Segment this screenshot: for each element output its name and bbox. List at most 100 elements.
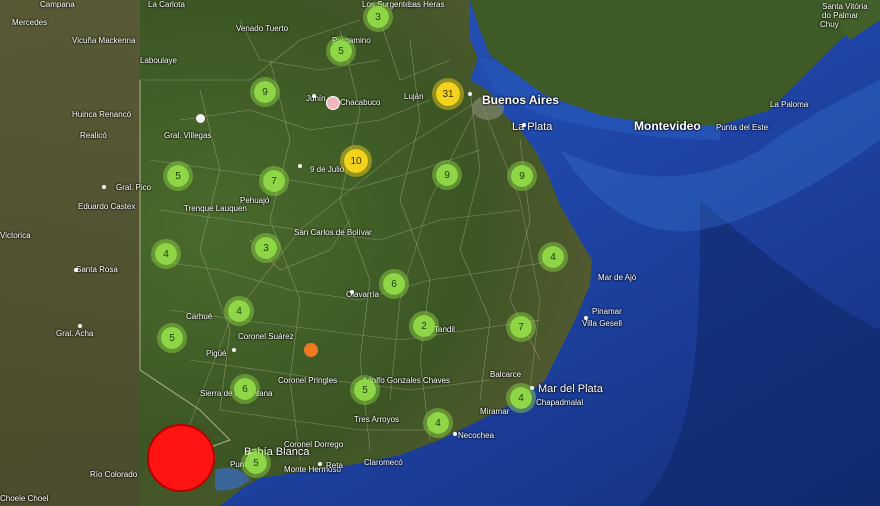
- city-dot: [522, 123, 526, 127]
- cluster-count: 6: [242, 383, 248, 395]
- marker-cluster[interactable]: 4: [506, 383, 536, 413]
- place-label-coronel-pringles: Coronel Pringles: [278, 376, 338, 385]
- place-label-coronel-suarez: Coronel Suárez: [238, 332, 294, 341]
- place-label-pehuajo: Pehuajó: [240, 196, 270, 205]
- place-label-gral-pico: Gral. Pico: [116, 183, 152, 192]
- marker-cluster[interactable]: 3: [251, 233, 281, 263]
- place-label-villa-gesell: Villa Gesell: [582, 319, 622, 328]
- place-label-mar-del-plata: Mar del Plata: [538, 383, 603, 395]
- cluster-count: 5: [338, 45, 344, 57]
- place-label-chuy: Chuy: [820, 20, 839, 29]
- place-label-9-de-julio: 9 de Julio: [310, 165, 345, 174]
- cluster-count: 10: [350, 155, 362, 167]
- place-label-necochea: Necochea: [458, 431, 495, 440]
- marker-cluster[interactable]: 5: [163, 161, 193, 191]
- place-label-chapadmalal: Chapadmalal: [536, 398, 584, 407]
- place-label-gral-acha: Gral. Acha: [56, 329, 94, 338]
- marker-cluster[interactable]: 5: [350, 375, 380, 405]
- cluster-count: 3: [263, 242, 269, 254]
- marker-cluster[interactable]: 9: [250, 77, 280, 107]
- place-label-san-carlos: San Carlos de Bolívar: [294, 228, 372, 237]
- land-west: [0, 0, 140, 506]
- place-label-realico: Realicó: [80, 131, 107, 140]
- cluster-count: 7: [271, 175, 277, 187]
- cluster-count: 9: [262, 86, 268, 98]
- marker-cluster[interactable]: 7: [259, 166, 289, 196]
- place-label-carhue: Carhué: [186, 312, 213, 321]
- place-label-rio-colorado: Río Colorado: [90, 470, 138, 479]
- place-label-reta: Reta: [326, 461, 343, 470]
- place-label-coronel-dorrego: Coronel Dorrego: [284, 440, 344, 449]
- place-label-vicuna-mackenna: Vicuña Mackenna: [72, 36, 136, 45]
- cluster-count: 4: [435, 417, 441, 429]
- city-dot: [468, 92, 472, 96]
- place-label-santa-rosa: Santa Rosa: [76, 265, 118, 274]
- cluster-count: 4: [236, 305, 242, 317]
- place-label-eduardo-castex: Eduardo Castex: [78, 202, 136, 211]
- marker-cluster[interactable]: 4: [151, 239, 181, 269]
- marker-cluster[interactable]: 6: [379, 269, 409, 299]
- marker-cluster[interactable]: 31: [432, 78, 464, 110]
- city-dot: [232, 348, 236, 352]
- marker-cluster[interactable]: 2: [409, 311, 439, 341]
- cluster-count: 7: [518, 321, 524, 333]
- place-label-choele-choel: Choele Choel: [0, 494, 49, 503]
- marker-cluster[interactable]: 4: [423, 408, 453, 438]
- place-label-la-plata: La Plata: [512, 121, 553, 133]
- cluster-count: 4: [518, 392, 524, 404]
- city-dot: [350, 290, 354, 294]
- cluster-count: 5: [362, 384, 368, 396]
- marker-cluster[interactable]: 5: [241, 448, 271, 478]
- place-label-trenque-lauquen: Trenque Lauquen: [184, 204, 247, 213]
- marker-cluster[interactable]: 3: [363, 2, 393, 32]
- place-label-huinca-renanco: Huinca Renancó: [72, 110, 132, 119]
- cluster-count: 2: [421, 320, 427, 332]
- city-dot: [584, 316, 588, 320]
- place-label-laboulaye: Laboulaye: [140, 56, 177, 65]
- cluster-count: 4: [163, 248, 169, 260]
- single-marker-pink[interactable]: [326, 96, 340, 110]
- place-label-las-heras: Las Heras: [408, 0, 445, 9]
- place-label-mercedes: Mercedes: [12, 18, 48, 27]
- marker-cluster[interactable]: 9: [507, 161, 537, 191]
- cluster-count: 4: [550, 251, 556, 263]
- single-marker-white[interactable]: [195, 113, 205, 123]
- marker-cluster[interactable]: 4: [224, 296, 254, 326]
- place-label-la-paloma: La Paloma: [770, 100, 809, 109]
- place-label-gral-villegas: Gral. Villegas: [164, 131, 212, 140]
- place-label-pinamar: Pinamar: [592, 307, 622, 316]
- place-label-lujan: Luján: [404, 92, 424, 101]
- place-label-punta-del-este: Punta del Este: [716, 123, 769, 132]
- place-label-campana-top: Campana: [40, 0, 75, 9]
- place-label-tres-arroyos: Tres Arroyos: [354, 415, 400, 424]
- single-marker-orange[interactable]: [304, 343, 318, 357]
- marker-cluster[interactable]: 7: [506, 312, 536, 342]
- place-label-venado-tuerto: Venado Tuerto: [236, 24, 289, 33]
- marker-cluster[interactable]: 9: [432, 160, 462, 190]
- city-dot: [74, 268, 78, 272]
- single-marker-red[interactable]: [147, 424, 215, 492]
- place-label-miramar: Miramar: [480, 407, 510, 416]
- cluster-count: 5: [253, 457, 259, 469]
- cluster-count: 31: [442, 88, 454, 100]
- city-dot: [318, 462, 322, 466]
- place-label-montevideo: Montevideo: [634, 119, 701, 133]
- city-dot: [298, 164, 302, 168]
- cluster-count: 6: [391, 278, 397, 290]
- marker-cluster[interactable]: 5: [326, 36, 356, 66]
- marker-cluster[interactable]: 5: [157, 323, 187, 353]
- place-label-victorica: Victorica: [0, 231, 31, 240]
- marker-cluster[interactable]: 10: [340, 145, 372, 177]
- place-label-balcarce: Balcarce: [490, 370, 522, 379]
- city-dot: [312, 94, 316, 98]
- cluster-count: 5: [175, 170, 181, 182]
- city-dot: [78, 324, 82, 328]
- place-label-santa-vitoria: Santa Vitória do Palmar: [822, 2, 868, 20]
- marker-cluster[interactable]: 4: [538, 242, 568, 272]
- cluster-count: 5: [169, 332, 175, 344]
- city-dot: [453, 432, 457, 436]
- cluster-count: 9: [444, 169, 450, 181]
- place-label-chacabuco: Chacabuco: [340, 98, 381, 107]
- marker-cluster[interactable]: 6: [230, 374, 260, 404]
- place-label-buenos-aires: Buenos Aires: [482, 93, 559, 107]
